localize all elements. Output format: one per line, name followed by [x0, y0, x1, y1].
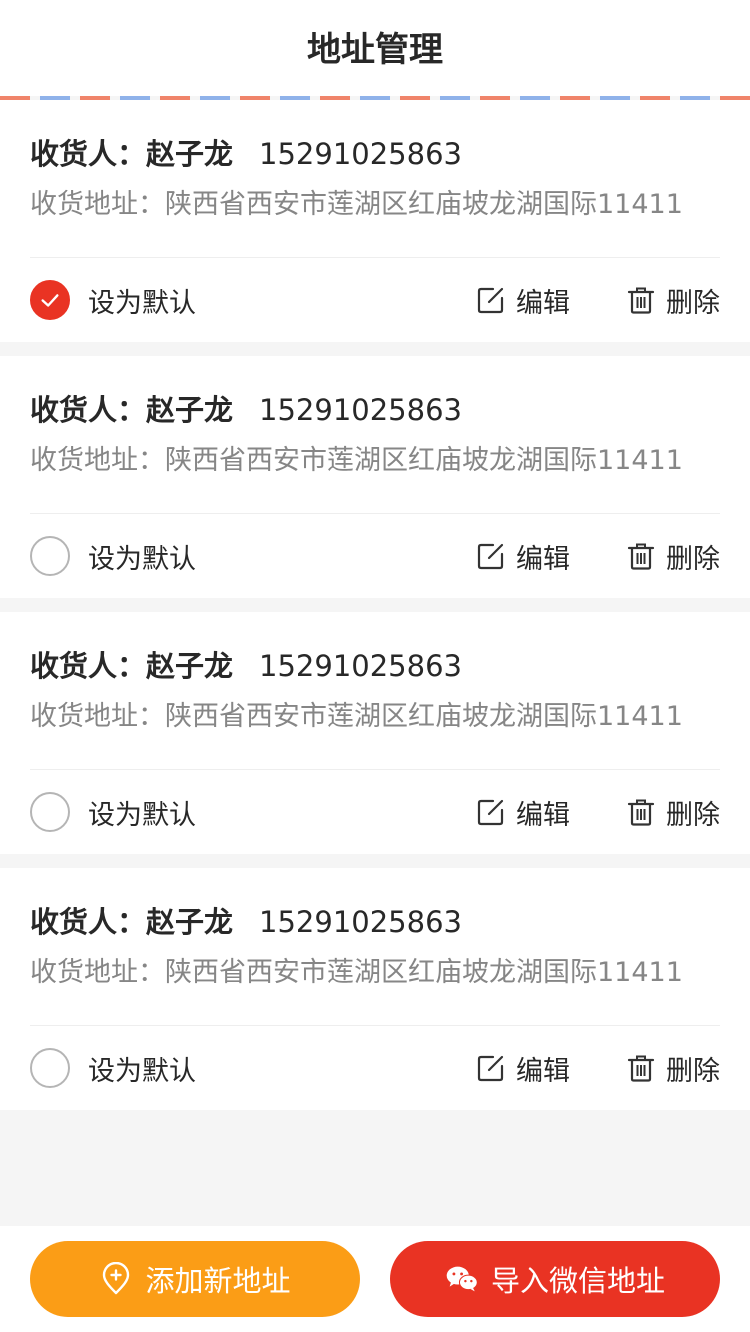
add-address-label: 添加新地址 [145, 1264, 291, 1298]
address-label: 收货地址： [30, 189, 165, 220]
receiver-label: 收货人： [30, 905, 147, 939]
set-default-label: 设为默认 [88, 543, 196, 575]
receiver-label: 收货人： [30, 649, 147, 683]
receiver-row: 收货人：赵子龙 15291025863 [30, 644, 720, 688]
address-label: 收货地址： [30, 445, 165, 476]
address-text: 陕西省西安市莲湖区红庙坡龙湖国际11411 [165, 701, 683, 732]
delete-button[interactable]: 删除 [626, 537, 720, 576]
trash-icon [627, 799, 655, 826]
delete-label: 删除 [666, 543, 720, 575]
address-label: 收货地址： [30, 957, 165, 988]
address-ops: 设为默认 编辑 删除 [30, 770, 720, 854]
address-card: 收货人：赵子龙 15291025863 收货地址：陕西省西安市莲湖区红庙坡龙湖国际… [0, 612, 750, 854]
receiver-label: 收货人： [30, 137, 147, 171]
receiver-name: 赵子龙 [146, 905, 234, 939]
receiver-name: 赵子龙 [146, 393, 234, 427]
address-label: 收货地址： [30, 701, 165, 732]
header: 地址管理 [0, 0, 750, 96]
receiver-phone: 15291025863 [259, 393, 462, 427]
page-title: 地址管理 [307, 29, 443, 70]
set-default-toggle[interactable]: 设为默认 [30, 1048, 196, 1088]
address-card: 收货人：赵子龙 15291025863 收货地址：陕西省西安市莲湖区红庙坡龙湖国际… [0, 100, 750, 342]
set-default-label: 设为默认 [88, 1055, 196, 1087]
address-row: 收货地址：陕西省西安市莲湖区红庙坡龙湖国际11411 [30, 951, 720, 995]
footer-bar: 添加新地址 导入微信地址 [0, 1226, 750, 1332]
radio-unchecked-icon[interactable] [30, 792, 70, 832]
address-card: 收货人：赵子龙 15291025863 收货地址：陕西省西安市莲湖区红庙坡龙湖国际… [0, 868, 750, 1110]
address-text: 陕西省西安市莲湖区红庙坡龙湖国际11411 [165, 189, 683, 220]
address-info[interactable]: 收货人：赵子龙 15291025863 收货地址：陕西省西安市莲湖区红庙坡龙湖国际… [30, 100, 720, 258]
delete-button[interactable]: 删除 [626, 1049, 720, 1088]
receiver-phone: 15291025863 [259, 905, 462, 939]
edit-icon [477, 287, 504, 314]
set-default-toggle[interactable]: 设为默认 [30, 280, 196, 320]
address-ops: 设为默认 编辑 删除 [30, 514, 720, 598]
receiver-row: 收货人：赵子龙 15291025863 [30, 900, 720, 944]
address-list: 收货人：赵子龙 15291025863 收货地址：陕西省西安市莲湖区红庙坡龙湖国际… [0, 100, 750, 1110]
radio-unchecked-icon[interactable] [30, 1048, 70, 1088]
delete-button[interactable]: 删除 [626, 793, 720, 832]
set-default-toggle[interactable]: 设为默认 [30, 536, 196, 576]
radio-unchecked-icon[interactable] [30, 536, 70, 576]
address-info[interactable]: 收货人：赵子龙 15291025863 收货地址：陕西省西安市莲湖区红庙坡龙湖国际… [30, 356, 720, 514]
set-default-label: 设为默认 [88, 799, 196, 831]
import-wechat-label: 导入微信地址 [490, 1264, 665, 1298]
address-row: 收货地址：陕西省西安市莲湖区红庙坡龙湖国际11411 [30, 439, 720, 483]
receiver-phone: 15291025863 [259, 137, 462, 171]
address-ops: 设为默认 编辑 删除 [30, 1026, 720, 1110]
receiver-phone: 15291025863 [259, 649, 462, 683]
trash-icon [627, 287, 655, 314]
address-text: 陕西省西安市莲湖区红庙坡龙湖国际11411 [165, 957, 683, 988]
location-plus-icon [103, 1262, 130, 1295]
edit-label: 编辑 [516, 543, 570, 575]
add-address-button[interactable]: 添加新地址 [30, 1241, 360, 1317]
delete-label: 删除 [666, 287, 720, 319]
wechat-icon [446, 1266, 478, 1292]
receiver-label: 收货人： [30, 393, 147, 427]
edit-button[interactable]: 编辑 [476, 793, 570, 832]
trash-icon [627, 543, 655, 570]
address-ops: 设为默认 编辑 删除 [30, 258, 720, 342]
address-row: 收货地址：陕西省西安市莲湖区红庙坡龙湖国际11411 [30, 183, 720, 227]
address-info[interactable]: 收货人：赵子龙 15291025863 收货地址：陕西省西安市莲湖区红庙坡龙湖国际… [30, 868, 720, 1026]
receiver-row: 收货人：赵子龙 15291025863 [30, 388, 720, 432]
address-card: 收货人：赵子龙 15291025863 收货地址：陕西省西安市莲湖区红庙坡龙湖国际… [0, 356, 750, 598]
address-text: 陕西省西安市莲湖区红庙坡龙湖国际11411 [165, 445, 683, 476]
edit-button[interactable]: 编辑 [476, 281, 570, 320]
edit-icon [477, 543, 504, 570]
address-info[interactable]: 收货人：赵子龙 15291025863 收货地址：陕西省西安市莲湖区红庙坡龙湖国际… [30, 612, 720, 770]
set-default-toggle[interactable]: 设为默认 [30, 792, 196, 832]
receiver-name: 赵子龙 [146, 649, 234, 683]
receiver-row: 收货人：赵子龙 15291025863 [30, 132, 720, 176]
delete-button[interactable]: 删除 [626, 281, 720, 320]
edit-label: 编辑 [516, 287, 570, 319]
receiver-name: 赵子龙 [146, 137, 234, 171]
checkmark-icon[interactable] [30, 280, 70, 320]
address-row: 收货地址：陕西省西安市莲湖区红庙坡龙湖国际11411 [30, 695, 720, 739]
edit-label: 编辑 [516, 1055, 570, 1087]
trash-icon [627, 1055, 655, 1082]
edit-button[interactable]: 编辑 [476, 537, 570, 576]
import-wechat-button[interactable]: 导入微信地址 [390, 1241, 720, 1317]
delete-label: 删除 [666, 1055, 720, 1087]
edit-button[interactable]: 编辑 [476, 1049, 570, 1088]
edit-label: 编辑 [516, 799, 570, 831]
edit-icon [477, 1055, 504, 1082]
set-default-label: 设为默认 [88, 287, 196, 319]
edit-icon [477, 799, 504, 826]
delete-label: 删除 [666, 799, 720, 831]
